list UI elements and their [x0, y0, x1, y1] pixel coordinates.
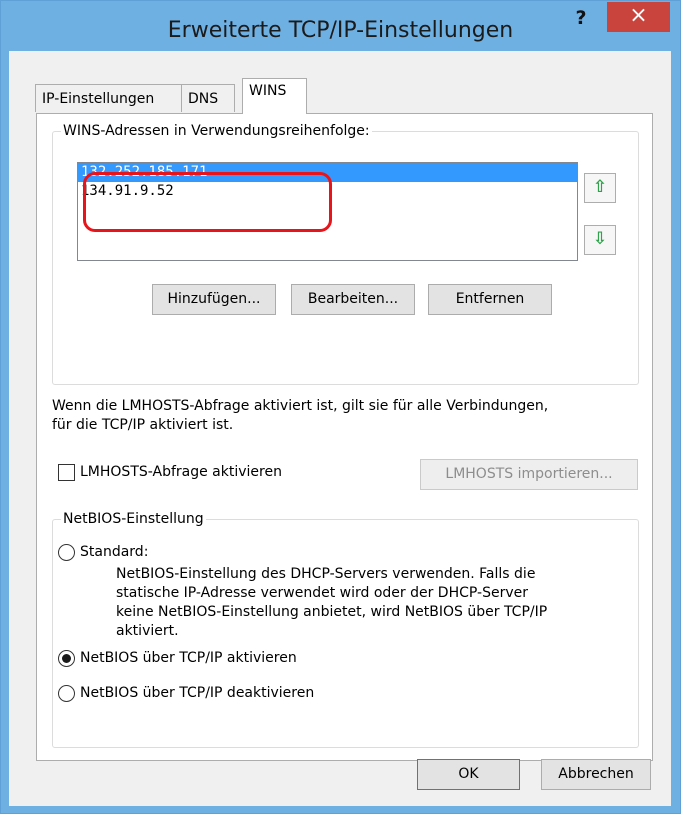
ok-button[interactable]: OK — [417, 759, 520, 790]
move-down-button[interactable]: ⇩ — [584, 225, 616, 255]
netbios-enable-radio[interactable] — [58, 650, 75, 667]
netbios-disable-radio[interactable] — [58, 685, 75, 702]
netbios-group-label: NetBIOS-Einstellung — [63, 511, 204, 527]
netbios-standard-desc-2: statische IP-Adresse verwendet wird oder… — [116, 585, 528, 601]
lmhosts-checkbox[interactable] — [58, 464, 75, 481]
netbios-standard-radio[interactable] — [58, 544, 75, 561]
arrow-up-icon: ⇧ — [592, 177, 608, 197]
tab-ip-settings[interactable]: IP-Einstellungen — [35, 84, 182, 112]
edit-button[interactable]: Bearbeiten... — [291, 284, 415, 315]
lmhosts-info-line2: für die TCP/IP aktiviert ist. — [52, 417, 234, 433]
arrow-down-icon: ⇩ — [592, 229, 608, 249]
lmhosts-import-button[interactable]: LMHOSTS importieren... — [420, 459, 638, 490]
tab-wins[interactable]: WINS — [242, 78, 307, 114]
netbios-standard-desc-3: keine NetBIOS-Einstellung anbietet, wird… — [116, 604, 548, 620]
dialog-content: IP-Einstellungen DNS WINS WINS-Adressen … — [9, 51, 671, 806]
lmhosts-checkbox-label[interactable]: LMHOSTS-Abfrage aktivieren — [80, 463, 282, 482]
help-button[interactable]: ? — [567, 6, 595, 34]
add-button[interactable]: Hinzufügen... — [152, 284, 276, 315]
wins-address-list[interactable]: 132.252.185.171 134.91.9.52 — [77, 162, 578, 261]
cancel-button[interactable]: Abbrechen — [541, 759, 651, 790]
netbios-standard-desc-1: NetBIOS-Einstellung des DHCP-Servers ver… — [116, 566, 536, 582]
move-up-button[interactable]: ⇧ — [584, 173, 616, 203]
close-button[interactable]: × — [607, 2, 670, 32]
remove-button[interactable]: Entfernen — [428, 284, 552, 315]
dialog-window: Erweiterte TCP/IP-Einstellungen ? × IP-E… — [0, 0, 681, 814]
netbios-disable-label[interactable]: NetBIOS über TCP/IP deaktivieren — [80, 684, 314, 703]
list-item[interactable]: 132.252.185.171 — [78, 163, 577, 182]
netbios-standard-label[interactable]: Standard: — [80, 543, 148, 562]
wins-tab-panel: WINS-Adressen in Verwendungsreihenfolge:… — [36, 113, 653, 761]
netbios-standard-desc-4: aktiviert. — [116, 623, 179, 639]
title-bar[interactable]: Erweiterte TCP/IP-Einstellungen ? × — [1, 1, 680, 51]
wins-addresses-label: WINS-Adressen in Verwendungsreihenfolge: — [63, 123, 370, 139]
close-icon: × — [629, 3, 648, 28]
lmhosts-info-line1: Wenn die LMHOSTS-Abfrage aktiviert ist, … — [52, 398, 549, 414]
netbios-enable-label[interactable]: NetBIOS über TCP/IP aktivieren — [80, 649, 297, 668]
tab-dns[interactable]: DNS — [181, 84, 235, 112]
list-item[interactable]: 134.91.9.52 — [78, 182, 577, 201]
